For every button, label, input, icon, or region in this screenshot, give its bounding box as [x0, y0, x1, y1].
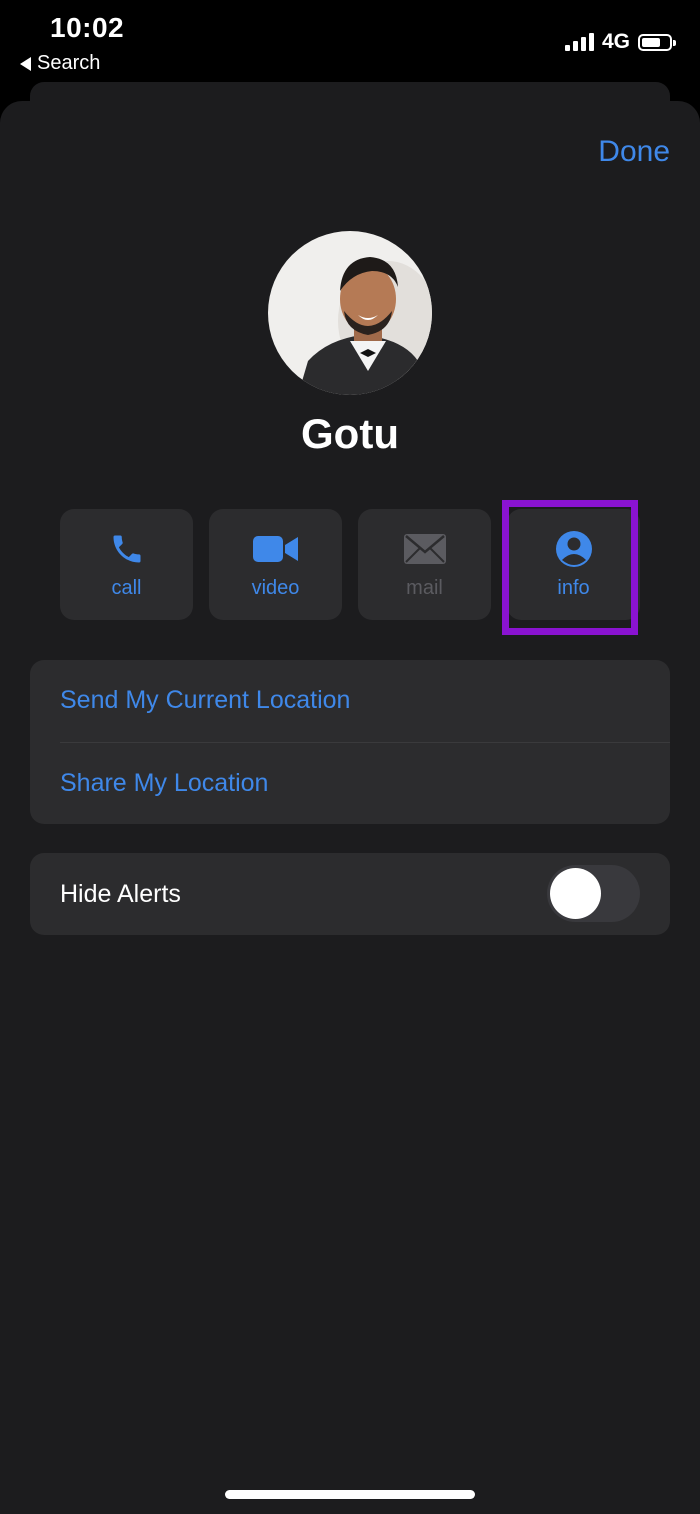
mail-button[interactable]: mail — [358, 509, 491, 620]
status-bar: 10:02 Search 4G — [0, 0, 700, 85]
envelope-icon — [403, 534, 446, 564]
alerts-group: Hide Alerts — [30, 853, 670, 935]
home-indicator[interactable] — [225, 1490, 475, 1499]
contact-avatar[interactable] — [268, 231, 432, 395]
network-type: 4G — [601, 30, 630, 53]
info-label: info — [557, 577, 590, 599]
done-button[interactable]: Done — [598, 135, 670, 169]
back-link-label: Search — [37, 52, 101, 74]
back-arrow-icon — [20, 56, 31, 71]
video-button[interactable]: video — [209, 509, 342, 620]
hide-alerts-label: Hide Alerts — [60, 880, 181, 908]
status-indicators: 4G — [564, 30, 676, 54]
toggle-knob — [550, 868, 601, 919]
location-group: Send My Current Location Share My Locati… — [30, 660, 670, 824]
share-location-button[interactable]: Share My Location — [60, 769, 268, 798]
video-label: video — [251, 577, 300, 599]
info-button[interactable]: info — [507, 509, 640, 620]
contact-name: Gotu — [301, 410, 399, 457]
hide-alerts-toggle[interactable] — [547, 865, 640, 922]
signal-strength-icon — [564, 33, 594, 51]
phone-icon — [113, 535, 140, 563]
battery-icon — [638, 33, 676, 51]
status-time: 10:02 — [50, 12, 125, 43]
call-button[interactable]: call — [60, 509, 193, 620]
video-camera-icon — [252, 536, 298, 562]
person-circle-icon — [555, 531, 592, 567]
location-divider — [60, 742, 670, 743]
mail-label: mail — [406, 577, 443, 599]
back-to-search-link[interactable]: Search — [20, 52, 100, 75]
send-current-location-button[interactable]: Send My Current Location — [60, 686, 350, 715]
avatar-photo — [268, 231, 432, 395]
call-label: call — [111, 577, 142, 599]
